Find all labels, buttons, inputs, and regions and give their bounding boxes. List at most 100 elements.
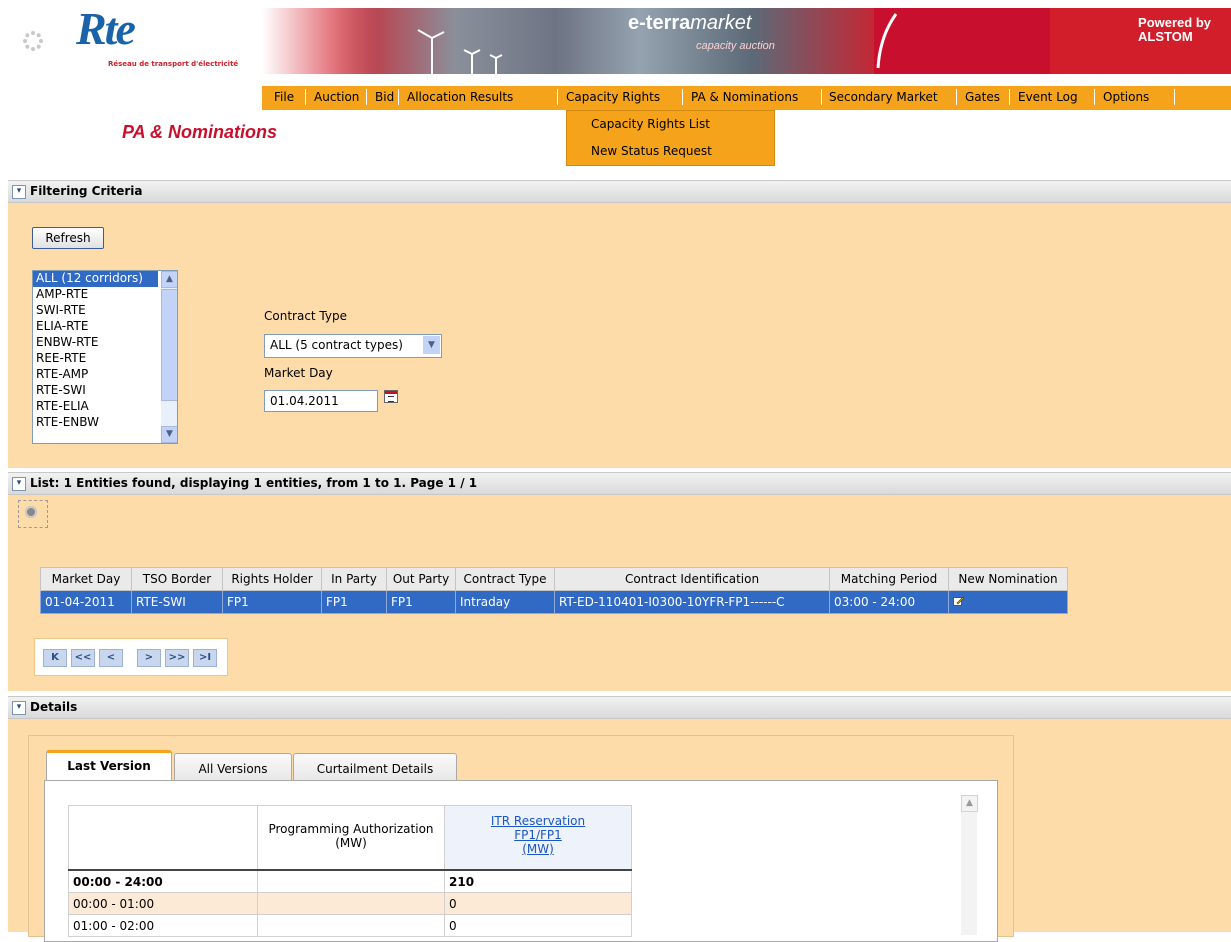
market-day-input[interactable]	[264, 390, 378, 412]
menu-secondary-market[interactable]: Secondary Market	[829, 90, 938, 104]
cell-new-nomination	[948, 590, 1068, 614]
column-header[interactable]: TSO Border	[131, 567, 223, 591]
cell-in-party: FP1	[321, 590, 387, 614]
section-title: Details	[30, 700, 78, 714]
rte-logo: Rte Réseau de transport d'électricité	[62, 3, 262, 76]
details-section-header[interactable]: ▾ Details	[8, 696, 1231, 719]
menu-separator	[1174, 89, 1175, 105]
menu-separator	[682, 89, 683, 105]
column-header[interactable]: Rights Holder	[222, 567, 322, 591]
menu-options[interactable]: Options	[1103, 90, 1149, 104]
product-name-italic: market	[690, 12, 752, 34]
column-header[interactable]: Matching Period	[829, 567, 949, 591]
column-header[interactable]: Market Day	[40, 567, 132, 591]
menu-separator	[557, 89, 558, 105]
menu-allocation-results[interactable]: Allocation Results	[407, 90, 513, 104]
column-header-programming-authorization: Programming Authorization (MW)	[257, 805, 445, 871]
column-header[interactable]: Out Party	[386, 567, 456, 591]
corridor-option[interactable]: SWI-RTE	[33, 303, 158, 319]
scroll-up-icon[interactable]: ▲	[961, 795, 978, 812]
menu-event-log[interactable]: Event Log	[1018, 90, 1078, 104]
menu-separator	[398, 89, 399, 105]
capacity-rights-dropdown: Capacity Rights List New Status Request	[566, 110, 775, 166]
chevron-down-icon[interactable]: ▾	[12, 477, 26, 491]
next-block-button[interactable]: >>	[165, 649, 189, 667]
table-row[interactable]: 01-04-2011 RTE-SWI FP1 FP1 FP1 Intraday …	[40, 590, 1068, 614]
chevron-down-icon[interactable]: ▾	[12, 185, 26, 199]
dropdown-item-new-status-request[interactable]: New Status Request	[591, 144, 712, 158]
menu-pa-nominations[interactable]: PA & Nominations	[691, 90, 798, 104]
list-section-header[interactable]: ▾ List: 1 Entities found, displaying 1 e…	[8, 472, 1231, 495]
table-header-row: Market Day TSO Border Rights Holder In P…	[40, 567, 1068, 591]
corridor-option[interactable]: AMP-RTE	[33, 287, 158, 303]
corridor-option[interactable]: ELIA-RTE	[33, 319, 158, 335]
product-subtitle: capacity auction	[696, 40, 775, 52]
cell-contract-identification: RT-ED-110401-I0300-10YFR-FP1------C	[554, 590, 830, 614]
corridor-option[interactable]: ALL (12 corridors)	[33, 271, 158, 287]
menu-auction[interactable]: Auction	[314, 90, 359, 104]
scroll-up-icon[interactable]: ▲	[161, 271, 177, 288]
corridor-option[interactable]: RTE-ENBW	[33, 415, 158, 431]
loading-spinner-icon	[23, 31, 43, 51]
chevron-down-icon[interactable]: ▼	[423, 336, 440, 354]
cell-matching-period: 03:00 - 24:00	[829, 590, 949, 614]
cell-out-party: FP1	[386, 590, 456, 614]
corridor-option[interactable]: REE-RTE	[33, 351, 158, 367]
chevron-down-icon[interactable]: ▾	[12, 701, 26, 715]
menu-capacity-rights[interactable]: Capacity Rights	[566, 90, 660, 104]
scroll-thumb[interactable]	[161, 289, 177, 401]
column-header[interactable]: Contract Identification	[554, 567, 830, 591]
product-name-bold: e-terra	[628, 12, 691, 34]
powered-by-line2: ALSTOM	[1138, 29, 1193, 44]
main-menu: File Auction Bid Allocation Results Capa…	[262, 86, 1231, 110]
corridor-option[interactable]: RTE-ELIA	[33, 399, 158, 415]
column-header[interactable]: New Nomination	[948, 567, 1068, 591]
cell-period: 01:00 - 02:00	[68, 914, 258, 937]
itr-reservation-link[interactable]: ITR Reservation FP1/FP1 (MW)	[491, 814, 585, 856]
scroll-down-icon[interactable]: ▼	[161, 426, 177, 443]
last-page-button[interactable]: >I	[193, 649, 217, 667]
column-header-period	[68, 805, 258, 871]
cell-itr: 0	[444, 892, 632, 915]
contract-type-label: Contract Type	[264, 309, 347, 323]
itr-line2: FP1/FP1	[514, 828, 562, 842]
menu-bid[interactable]: Bid	[375, 90, 394, 104]
corridor-option[interactable]: ENBW-RTE	[33, 335, 158, 351]
filtering-section-header[interactable]: ▾ Filtering Criteria	[8, 180, 1231, 203]
cell-period: 00:00 - 01:00	[68, 892, 258, 915]
column-header[interactable]: Contract Type	[455, 567, 555, 591]
powered-by: Powered by ALSTOM	[1138, 16, 1211, 44]
logo-subtitle: Réseau de transport d'électricité	[108, 60, 239, 68]
table-row: 00:00 - 24:00 210	[68, 869, 632, 893]
previous-page-button[interactable]: <	[99, 649, 123, 667]
cell-itr: 0	[444, 914, 632, 937]
column-header[interactable]: In Party	[321, 567, 387, 591]
refresh-button[interactable]: Refresh	[32, 227, 104, 249]
previous-block-button[interactable]: <<	[71, 649, 95, 667]
results-table: Market Day TSO Border Rights Holder In P…	[40, 567, 1068, 614]
page-title: PA & Nominations	[122, 122, 278, 142]
corridor-listbox[interactable]: ALL (12 corridors) AMP-RTE SWI-RTE ELIA-…	[32, 270, 178, 444]
corridor-option[interactable]: RTE-AMP	[33, 367, 158, 383]
table-row: 00:00 - 01:00 0	[68, 892, 632, 915]
grid-settings-button[interactable]	[18, 500, 48, 528]
calendar-icon[interactable]	[384, 390, 398, 403]
menu-file[interactable]: File	[274, 90, 294, 104]
filtering-section-body	[8, 203, 1231, 468]
pagination: K << < > >> >I	[34, 638, 228, 676]
first-page-button[interactable]: K	[43, 649, 67, 667]
tab-last-version[interactable]: Last Version	[46, 750, 172, 782]
menu-separator	[956, 89, 957, 105]
corridor-option[interactable]: RTE-SWI	[33, 383, 158, 399]
cell-market-day: 01-04-2011	[40, 590, 132, 614]
contract-type-select[interactable]: ALL (5 contract types) ▼	[264, 334, 442, 358]
app-header: Rte Réseau de transport d'électricité e-…	[0, 0, 1231, 110]
gear-icon	[25, 506, 37, 518]
dropdown-item-capacity-rights-list[interactable]: Capacity Rights List	[591, 117, 710, 131]
corridor-scrollbar[interactable]: ▲ ▼	[161, 271, 177, 443]
edit-icon[interactable]	[953, 595, 965, 607]
details-scrollbar[interactable]: ▲	[961, 795, 978, 935]
next-page-button[interactable]: >	[137, 649, 161, 667]
column-header-itr-reservation[interactable]: ITR Reservation FP1/FP1 (MW)	[444, 805, 632, 871]
menu-gates[interactable]: Gates	[965, 90, 1000, 104]
